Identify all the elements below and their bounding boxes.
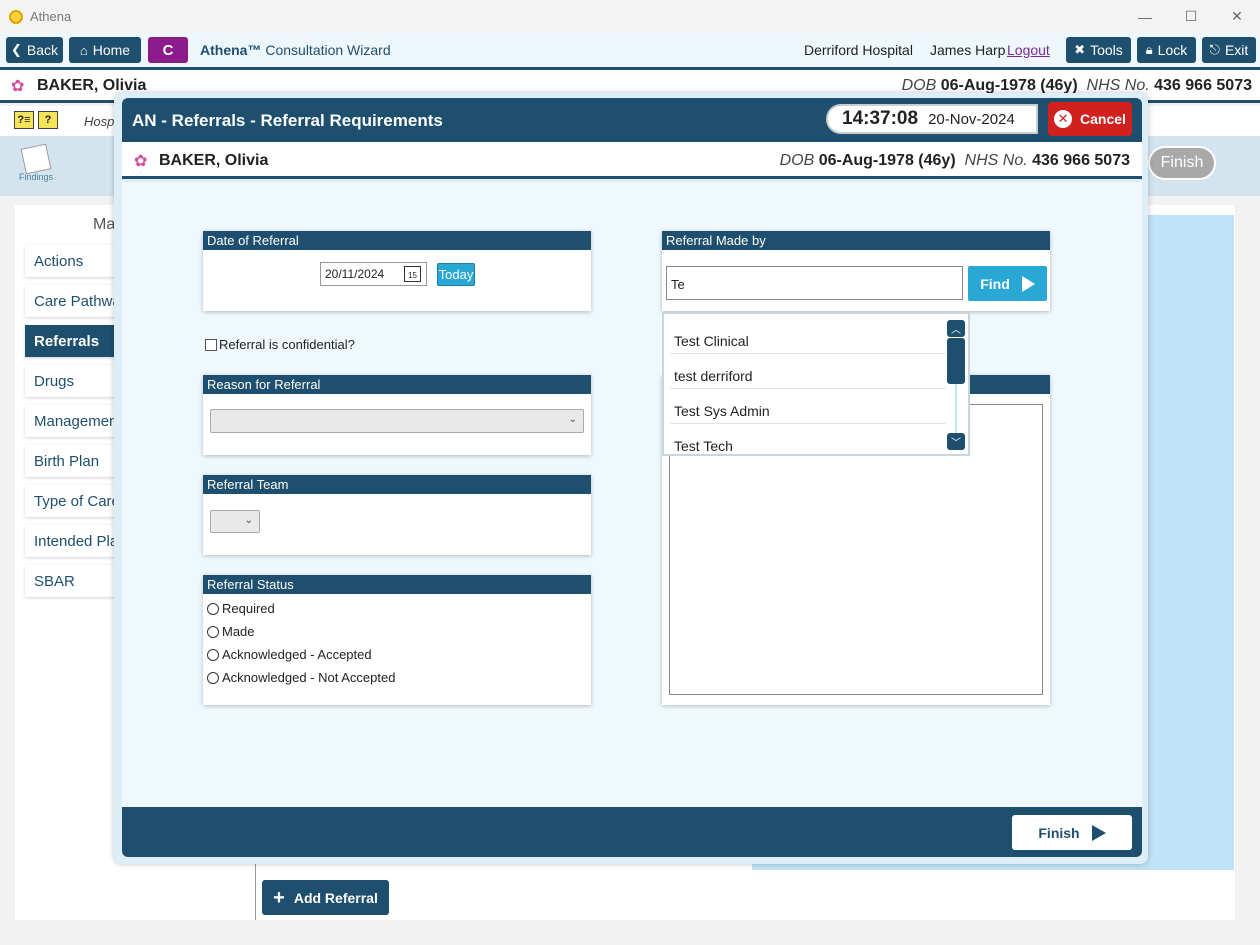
tools-icon: ✖ <box>1074 42 1086 57</box>
scrollbar-track <box>955 384 957 434</box>
status-option-made[interactable]: Made <box>207 624 255 639</box>
tools-button[interactable]: ✖ Tools <box>1066 37 1131 63</box>
status-option-not-accepted[interactable]: Acknowledged - Not Accepted <box>207 670 395 685</box>
background-finish-button[interactable]: Finish <box>1148 146 1216 180</box>
user-name: James Harp <box>930 42 1006 58</box>
athena-logo-icon <box>9 9 23 24</box>
date-of-referral-header: Date of Referral <box>203 231 591 250</box>
home-button[interactable]: ⌂ Home <box>69 37 141 63</box>
radio-button[interactable] <box>207 625 219 638</box>
chevron-down-icon: ⌄ <box>244 515 253 526</box>
play-arrow-icon <box>1021 275 1035 292</box>
exit-icon: ⎋ <box>1209 42 1220 57</box>
results-scrollbar[interactable]: ︿ ﹀ <box>946 318 966 452</box>
modal-patient-name: BAKER, Olivia <box>159 152 269 169</box>
flower-icon: ✿ <box>134 153 148 170</box>
chevron-left-icon: ❮ <box>10 42 22 57</box>
window-titlebar: Athena — ☐ ✕ <box>0 0 1260 33</box>
background-section-label: Ma <box>93 216 116 233</box>
window-title: Athena <box>30 9 72 24</box>
today-button[interactable]: Today <box>437 263 475 286</box>
result-item[interactable]: test derriford <box>670 354 946 389</box>
wizard-title: Athena™ Consultation Wizard <box>200 42 391 58</box>
help-icon[interactable]: ? <box>38 111 58 129</box>
hospital-label: Hosp <box>84 114 115 129</box>
referral-team-panel: Referral Team ⌄ <box>203 475 591 555</box>
reason-for-referral-panel: Reason for Referral ⌄ <box>203 375 591 455</box>
close-icon[interactable]: ✕ <box>1214 0 1260 33</box>
referral-date-input[interactable]: 20/11/2024 15 <box>320 262 427 286</box>
exit-button[interactable]: ⎋ Exit <box>1202 37 1256 63</box>
lock-icon: 🔒︎ <box>1145 42 1153 57</box>
home-icon: ⌂ <box>79 42 88 58</box>
modal-title: AN - Referrals - Referral Requirements <box>132 111 443 130</box>
made-by-results-dropdown: Test Clinical test derriford Test Sys Ad… <box>662 312 970 456</box>
team-header: Referral Team <box>203 475 591 494</box>
find-button[interactable]: Find <box>968 266 1047 301</box>
status-option-accepted[interactable]: Acknowledged - Accepted <box>207 647 372 662</box>
modal-patient-banner: ✿ BAKER, Olivia DOB 06-Aug-1978 (46y) NH… <box>122 142 1142 179</box>
app-toolbar: ❮ Back ⌂ Home C Athena™ Consultation Wiz… <box>0 33 1260 67</box>
flower-icon: ✿ <box>11 78 25 95</box>
window-controls: — ☐ ✕ <box>1122 0 1260 33</box>
radio-button[interactable] <box>207 602 219 615</box>
calendar-icon[interactable]: 15 <box>404 266 421 282</box>
hospital-name: Derriford Hospital <box>804 42 913 58</box>
question-list-icon[interactable]: ?≡ <box>14 111 34 129</box>
chevron-down-icon[interactable]: ﹀ <box>947 433 965 450</box>
confidential-checkbox[interactable] <box>205 338 217 351</box>
play-arrow-icon <box>1091 824 1106 841</box>
status-option-required[interactable]: Required <box>207 601 275 616</box>
back-button[interactable]: ❮ Back <box>6 37 63 63</box>
status-header: Referral Status <box>203 575 591 594</box>
modal-footer: Finish <box>122 807 1142 857</box>
chevron-up-icon[interactable]: ︿ <box>947 320 965 337</box>
chevron-down-icon: ⌄ <box>568 414 577 425</box>
referral-status-panel: Referral Status Required Made Acknowledg… <box>203 575 591 705</box>
scrollbar-thumb[interactable] <box>947 338 965 384</box>
findings-nav-item[interactable]: Findings <box>18 143 54 190</box>
notepad-icon <box>20 143 52 175</box>
lock-button[interactable]: 🔒︎ Lock <box>1137 37 1196 63</box>
reason-header: Reason for Referral <box>203 375 591 394</box>
confidential-checkbox-row[interactable]: Referral is confidential? <box>205 337 355 352</box>
radio-button[interactable] <box>207 648 219 661</box>
referral-made-by-panel: Referral Made by Te Find <box>662 231 1050 311</box>
clock-time: 14:37:08 <box>842 108 919 129</box>
radio-button[interactable] <box>207 671 219 684</box>
logout-link[interactable]: Logout <box>1007 42 1050 58</box>
made-by-header: Referral Made by <box>662 231 1050 250</box>
add-referral-button[interactable]: + Add Referral <box>262 880 389 915</box>
date-of-referral-panel: Date of Referral 20/11/2024 15 Today <box>203 231 591 311</box>
clock-display: 14:37:08 20-Nov-2024 <box>826 104 1038 134</box>
reason-select[interactable]: ⌄ <box>210 409 584 433</box>
plus-icon: + <box>273 886 285 909</box>
minimize-icon[interactable]: — <box>1122 0 1168 33</box>
made-by-search-input[interactable]: Te <box>666 266 963 300</box>
background-divider <box>255 860 256 920</box>
clock-date: 20-Nov-2024 <box>928 110 1015 128</box>
result-item[interactable]: Test Tech <box>670 424 946 459</box>
cancel-button[interactable]: ✕ Cancel <box>1048 102 1132 136</box>
maximize-icon[interactable]: ☐ <box>1168 0 1214 33</box>
c-button[interactable]: C <box>148 37 188 63</box>
close-circle-icon: ✕ <box>1054 110 1073 128</box>
modal-patient-identifiers: DOB 06-Aug-1978 (46y) NHS No. 436 966 50… <box>779 152 1130 169</box>
modal-header: AN - Referrals - Referral Requirements 1… <box>122 98 1142 142</box>
result-item[interactable]: Test Clinical <box>670 319 946 354</box>
team-select[interactable]: ⌄ <box>210 510 260 533</box>
finish-button[interactable]: Finish <box>1012 815 1132 850</box>
result-item[interactable]: Test Sys Admin <box>670 389 946 424</box>
